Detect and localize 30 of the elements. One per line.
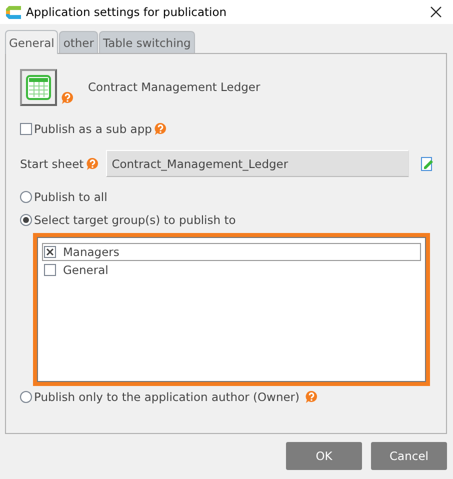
app-logo-icon [6, 6, 21, 18]
checkbox[interactable] [44, 246, 56, 258]
help-icon [61, 91, 74, 105]
help-icon [304, 390, 318, 404]
radio-label: Publish only to the application author (Owner) [34, 390, 300, 404]
spreadsheet-icon-button[interactable] [20, 68, 57, 106]
help-icon [86, 156, 99, 170]
radio-button[interactable] [20, 214, 32, 226]
dialog-button[interactable]: OK [286, 442, 362, 470]
group-item[interactable]: General [42, 261, 421, 279]
radio-button[interactable] [20, 191, 32, 203]
radio-button[interactable] [20, 391, 32, 403]
start-sheet-label: Start sheet [20, 156, 84, 170]
app-name: Contract Management Ledger [88, 80, 260, 94]
edit-icon[interactable] [421, 156, 434, 170]
checkbox[interactable] [44, 264, 56, 276]
group-name: Managers [63, 245, 120, 259]
dialog-button[interactable]: Cancel [371, 442, 447, 470]
radio-label: Select target group(s) to publish to [34, 213, 236, 227]
checkbox-label: Publish as a sub app [34, 122, 152, 136]
tab[interactable]: General [5, 30, 58, 54]
group-item[interactable]: Managers [42, 243, 421, 261]
start-sheet-field[interactable]: Contract_Management_Ledger [106, 150, 409, 177]
checkbox[interactable] [20, 123, 32, 135]
tab[interactable]: other [59, 31, 98, 53]
radio-label: Publish to all [34, 190, 108, 204]
help-icon [154, 122, 167, 136]
window-title: Application settings for publication [26, 5, 228, 19]
tab[interactable]: Table switching [98, 31, 195, 53]
group-name: General [63, 263, 108, 277]
